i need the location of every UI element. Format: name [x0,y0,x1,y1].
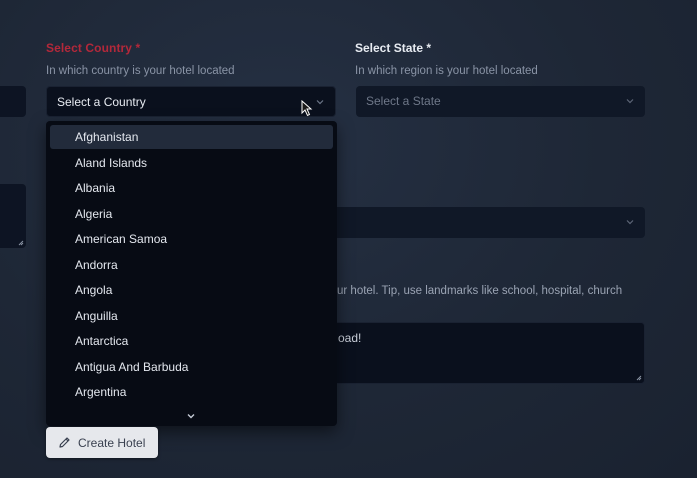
country-select-value: Select a Country [57,95,146,109]
create-hotel-button[interactable]: Create Hotel [46,427,158,458]
country-option[interactable]: Angola [50,278,333,302]
address-textarea[interactable]: oad! [300,322,645,384]
left-clipped-input[interactable] [0,86,26,117]
country-option[interactable]: Albania [50,176,333,200]
country-option[interactable]: Anguilla [50,304,333,328]
pencil-icon [59,437,70,448]
country-option[interactable]: Antarctica [50,329,333,353]
resize-handle-icon[interactable] [636,375,642,381]
country-dropdown[interactable]: Afghanistan Aland Islands Albania Algeria Am… [46,121,337,426]
mouse-cursor-icon [301,100,313,117]
address-textarea-value: oad! [338,331,362,345]
country-option[interactable]: Antigua And Barbuda [50,355,333,379]
scroll-down-chevron-icon[interactable] [186,411,196,421]
address-hint: ur hotel. Tip, use landmarks like school… [337,285,623,297]
state-select[interactable]: Select a State [356,86,645,117]
state-select-placeholder: Select a State [366,94,441,108]
left-clipped-textarea[interactable] [0,184,26,248]
country-option[interactable]: Algeria [50,202,333,226]
resize-handle-icon[interactable] [18,240,24,246]
country-select[interactable]: Select a Country [46,86,336,117]
country-option[interactable]: Aland Islands [50,151,333,175]
hidden-select[interactable] [300,207,645,238]
chevron-down-icon [316,100,324,105]
country-option[interactable]: Afghanistan [50,125,333,149]
state-hint: In which region is your hotel located [355,65,538,77]
country-option[interactable]: American Samoa [50,227,333,251]
chevron-down-icon [626,99,634,104]
country-label: Select Country * [46,41,141,55]
create-hotel-label: Create Hotel [78,436,146,450]
country-option[interactable]: Argentina [50,380,333,404]
state-label: Select State * [355,41,432,55]
country-option[interactable]: Andorra [50,253,333,277]
chevron-down-icon [626,220,634,225]
country-hint: In which country is your hotel located [46,65,235,77]
